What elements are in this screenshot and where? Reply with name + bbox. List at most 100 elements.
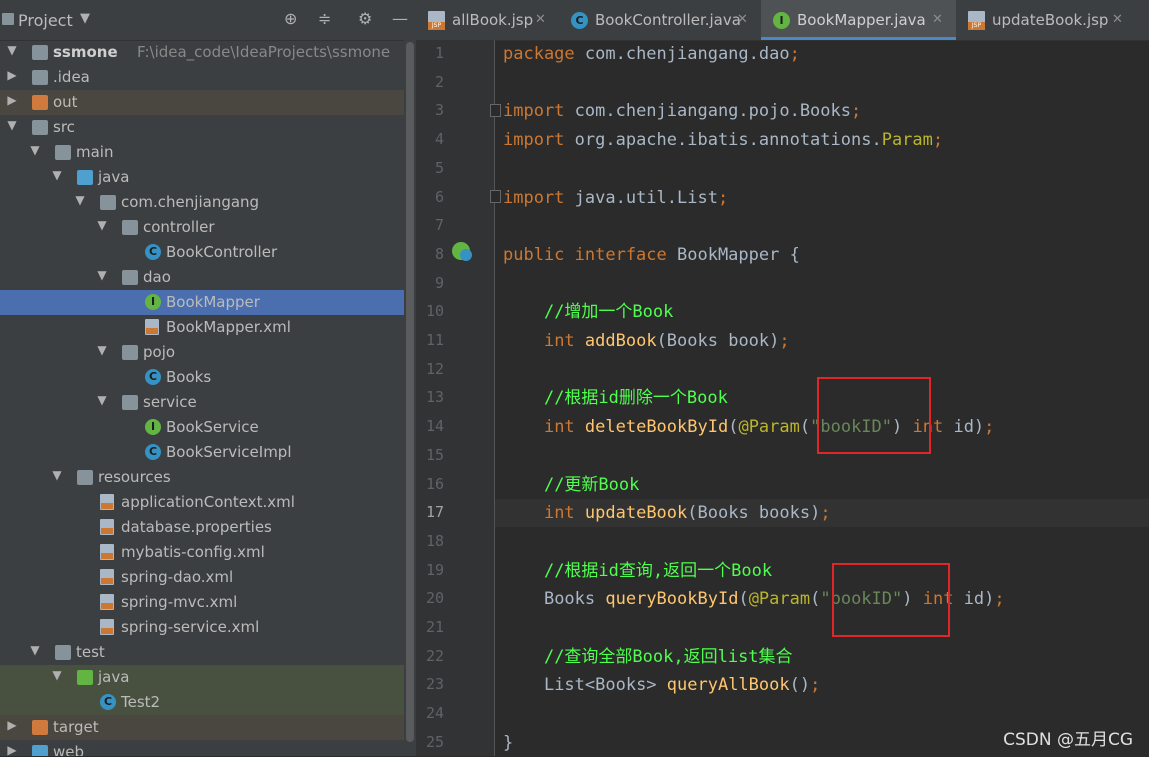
close-icon[interactable]: ✕ bbox=[1112, 12, 1123, 27]
tree-item[interactable]: ▶ target bbox=[0, 715, 416, 740]
expand-down-icon[interactable]: ▼ bbox=[29, 643, 41, 657]
editor-tab[interactable]: I BookMapper.java ✕ bbox=[761, 0, 956, 40]
code-token: @Param bbox=[748, 589, 811, 610]
tree-item[interactable]: ▼ dao bbox=[0, 265, 416, 290]
expand-right-icon[interactable]: ▶ bbox=[6, 743, 18, 756]
tree-item[interactable]: C Books bbox=[0, 365, 416, 390]
line-number: 10 bbox=[425, 302, 444, 321]
tree-item[interactable]: ▼ resources bbox=[0, 465, 416, 490]
tree-item[interactable]: C BookController bbox=[0, 240, 416, 265]
expand-down-icon[interactable]: ▼ bbox=[51, 168, 63, 182]
line-number: 19 bbox=[425, 560, 444, 579]
code-line: } bbox=[503, 729, 513, 757]
tree-item-label: spring-mvc.xml bbox=[121, 593, 238, 611]
tree-item[interactable]: ▼ main bbox=[0, 140, 416, 165]
tree-item[interactable]: ▼ src bbox=[0, 115, 416, 140]
expand-down-icon[interactable]: ▼ bbox=[51, 668, 63, 682]
folder-icon bbox=[55, 645, 71, 660]
tree-item[interactable]: I BookService bbox=[0, 415, 416, 440]
tree-item[interactable]: ▼ ssmone F:\idea_code\IdeaProjects\ssmone bbox=[0, 40, 416, 65]
interface-icon: I bbox=[773, 12, 790, 29]
tree-item[interactable]: ▼ test bbox=[0, 640, 416, 665]
code-line: package com.chenjiangang.dao; bbox=[503, 40, 800, 68]
editor-tab-label: updateBook.jsp bbox=[992, 11, 1109, 29]
tree-item[interactable]: spring-mvc.xml bbox=[0, 590, 416, 615]
expand-right-icon[interactable]: ▶ bbox=[6, 718, 18, 732]
tree-item[interactable]: spring-dao.xml bbox=[0, 565, 416, 590]
code-token: //增加一个Book bbox=[543, 302, 674, 323]
tree-item[interactable]: C BookServiceImpl bbox=[0, 440, 416, 465]
tree-item-label: src bbox=[53, 118, 75, 136]
tree-item[interactable]: mybatis-config.xml bbox=[0, 540, 416, 565]
close-icon[interactable]: ✕ bbox=[932, 12, 943, 27]
tree-item[interactable]: ▼ java bbox=[0, 165, 416, 190]
tree-item-label: dao bbox=[143, 268, 171, 286]
line-number: 3 bbox=[434, 101, 444, 120]
tree-item[interactable]: spring-service.xml bbox=[0, 615, 416, 640]
code-line: //查询全部Book,返回list集合 bbox=[503, 643, 793, 671]
xml-file-icon bbox=[145, 319, 159, 335]
tree-item-label: main bbox=[76, 143, 114, 161]
tree-item-label: controller bbox=[143, 218, 215, 236]
expand-down-icon[interactable]: ▼ bbox=[29, 143, 41, 157]
tree-item[interactable]: ▼ service bbox=[0, 390, 416, 415]
code-line: //根据id查询,返回一个Book bbox=[503, 557, 772, 585]
expand-down-icon[interactable]: ▼ bbox=[6, 118, 18, 132]
editor-tab[interactable]: updateBook.jsp✕ bbox=[956, 0, 1136, 40]
tree-item[interactable]: applicationContext.xml bbox=[0, 490, 416, 515]
expand-right-icon[interactable]: ▶ bbox=[6, 93, 18, 107]
tree-item[interactable]: ▼ java bbox=[0, 665, 416, 690]
locate-icon[interactable]: ⊕ bbox=[284, 9, 297, 28]
tree-item[interactable]: ▶ web bbox=[0, 740, 416, 756]
tree-item-label: Test2 bbox=[121, 693, 161, 711]
hide-panel-icon[interactable]: — bbox=[392, 9, 408, 28]
expand-down-icon[interactable]: ▼ bbox=[51, 468, 63, 482]
tree-item[interactable]: ▶ out bbox=[0, 90, 416, 115]
editor-tab[interactable]: C BookController.java ✕ bbox=[559, 0, 761, 40]
tree-item[interactable]: ▼ pojo bbox=[0, 340, 416, 365]
expand-down-icon[interactable]: ▼ bbox=[74, 193, 86, 207]
tree-item[interactable]: ▼ com.chenjiangang bbox=[0, 190, 416, 215]
tree-item-label: out bbox=[53, 93, 78, 111]
chevron-down-icon[interactable]: ▼ bbox=[80, 11, 90, 26]
resources-folder-icon bbox=[77, 470, 93, 485]
tree-item[interactable]: BookMapper.xml bbox=[0, 315, 416, 340]
collapse-all-icon[interactable]: ≑ bbox=[318, 9, 331, 28]
code-token: ; bbox=[994, 589, 1005, 610]
tree-item[interactable]: ▶ .idea bbox=[0, 65, 416, 90]
expand-down-icon[interactable]: ▼ bbox=[96, 393, 108, 407]
expand-down-icon[interactable]: ▼ bbox=[96, 343, 108, 357]
tree-item[interactable]: C Test2 bbox=[0, 690, 416, 715]
code-token: (Books books) bbox=[687, 503, 821, 524]
line-number: 7 bbox=[434, 216, 444, 235]
project-view-selector[interactable]: Project bbox=[18, 11, 73, 30]
expand-right-icon[interactable]: ▶ bbox=[6, 68, 18, 82]
tree-item-label: BookMapper.xml bbox=[166, 318, 291, 336]
tree-item-label: spring-service.xml bbox=[121, 618, 260, 636]
module-folder-icon bbox=[32, 45, 48, 60]
editor-tab[interactable]: allBook.jsp✕ bbox=[416, 0, 559, 40]
expand-down-icon[interactable]: ▼ bbox=[96, 218, 108, 232]
gear-icon[interactable]: ⚙ bbox=[358, 9, 372, 28]
code-token: id) bbox=[963, 589, 995, 610]
close-icon[interactable]: ✕ bbox=[737, 12, 748, 27]
folder-icon bbox=[32, 120, 48, 135]
class-icon: C bbox=[145, 444, 161, 460]
expand-down-icon[interactable]: ▼ bbox=[96, 268, 108, 282]
code-token: ( bbox=[738, 589, 749, 610]
tree-item[interactable]: ▼ controller bbox=[0, 215, 416, 240]
line-number-gutter: 1 2 3 4 5 6 7 8 9 10 11 12 13 14 15 16 17 18 19 20 21 22 23 24 2… bbox=[416, 40, 495, 756]
code-token: //更新Book bbox=[543, 474, 640, 495]
scrollbar-thumb[interactable] bbox=[406, 42, 414, 742]
code-token: addBook bbox=[584, 331, 657, 351]
tree-item[interactable]: I BookMapper bbox=[0, 290, 416, 315]
tree-item[interactable]: database.properties bbox=[0, 515, 416, 540]
close-icon[interactable]: ✕ bbox=[535, 12, 546, 27]
expand-down-icon[interactable]: ▼ bbox=[6, 43, 18, 57]
code-line: import com.chenjiangang.pojo.Books; bbox=[503, 97, 861, 125]
line-number: 16 bbox=[425, 474, 444, 493]
code-line: import org.apache.ibatis.annotations.Par… bbox=[503, 126, 943, 154]
folder-icon bbox=[32, 720, 48, 735]
